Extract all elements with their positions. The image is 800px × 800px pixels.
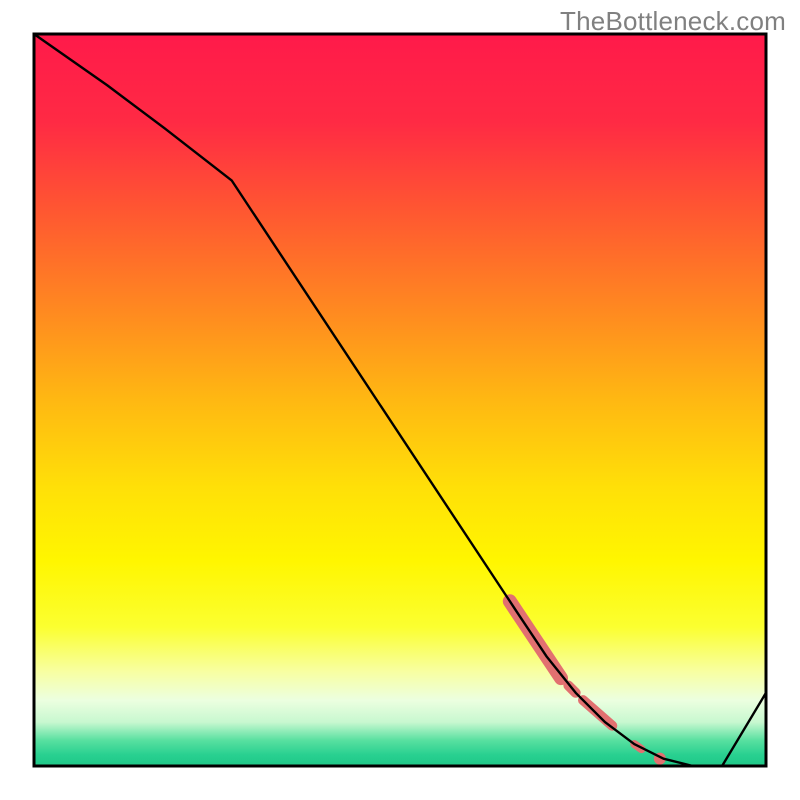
chart-svg [0,0,800,800]
watermark-label: TheBottleneck.com [560,6,786,37]
plot-background [34,34,766,766]
bottleneck-chart: TheBottleneck.com [0,0,800,800]
